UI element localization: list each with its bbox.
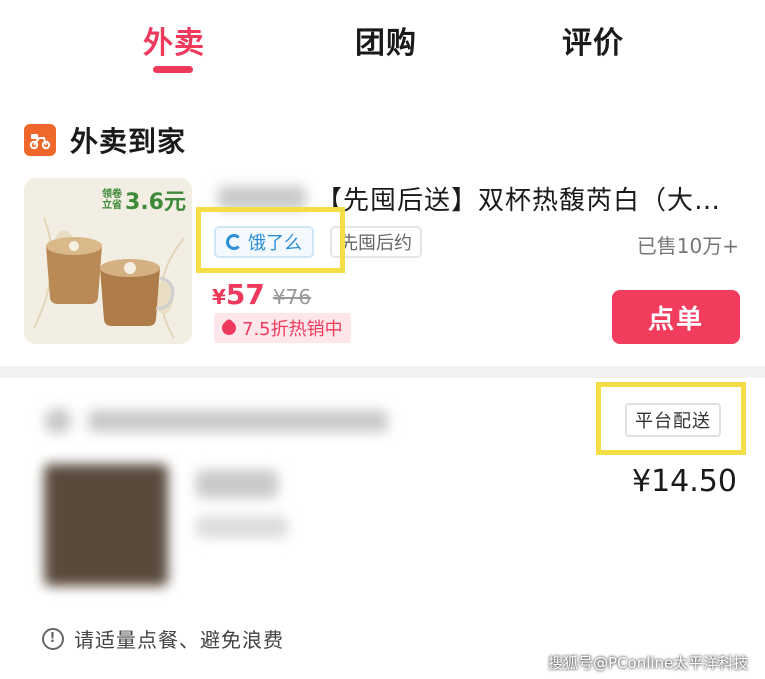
tag-icon [219,318,239,338]
active-tab-indicator [153,66,193,73]
highlight-box [596,382,746,455]
original-price: ¥76 [272,285,312,309]
currency-symbol: ¥ [212,285,226,309]
current-price: ¥57 [212,278,265,311]
blurred-shop-name [88,410,388,432]
section-header: 外卖到家 [24,122,186,158]
current-price-value: 57 [225,278,265,311]
blurred-product-name [196,470,278,498]
tab-takeout[interactable]: 外卖 [143,18,205,62]
delivery-scooter-icon [24,124,56,156]
notice-text: 请适量点餐、避免浪费 [74,628,284,652]
notice: ! 请适量点餐、避免浪费 [42,624,284,653]
promo-amount: 3.6元 [125,190,186,215]
promo-badge: 领卷 立省 3.6元 [102,184,186,216]
blurred-product-image[interactable] [44,464,168,586]
promo-label-line2: 立省 [102,200,123,211]
section-divider [0,366,765,378]
product2-price: ¥14.50 [632,464,737,499]
order-button[interactable]: 点单 [612,290,740,344]
watermark: 搜狐号@PConline太平洋科技 [548,654,749,672]
highlight-box [196,207,345,273]
tab-group-buy[interactable]: 团购 [355,18,417,62]
product-image[interactable]: 领卷 立省 3.6元 [24,178,192,344]
discount-tag: 7.5折热销中 [214,313,351,343]
tab-reviews[interactable]: 评价 [562,18,624,62]
info-icon: ! [42,627,64,650]
product-name[interactable]: 【先囤后送】双杯热馥芮白（大… [316,180,746,217]
blurred-product-meta [196,516,288,538]
price-row: ¥57 ¥76 [212,278,311,311]
discount-label: 7.5折热销中 [242,319,343,340]
blurred-shop-icon [44,408,72,434]
top-tabs: 外卖 团购 评价 [0,0,765,96]
sold-count: 已售10万+ [636,234,739,258]
promo-label-line1: 领卷 [102,189,123,200]
section-title: 外卖到家 [70,125,187,158]
